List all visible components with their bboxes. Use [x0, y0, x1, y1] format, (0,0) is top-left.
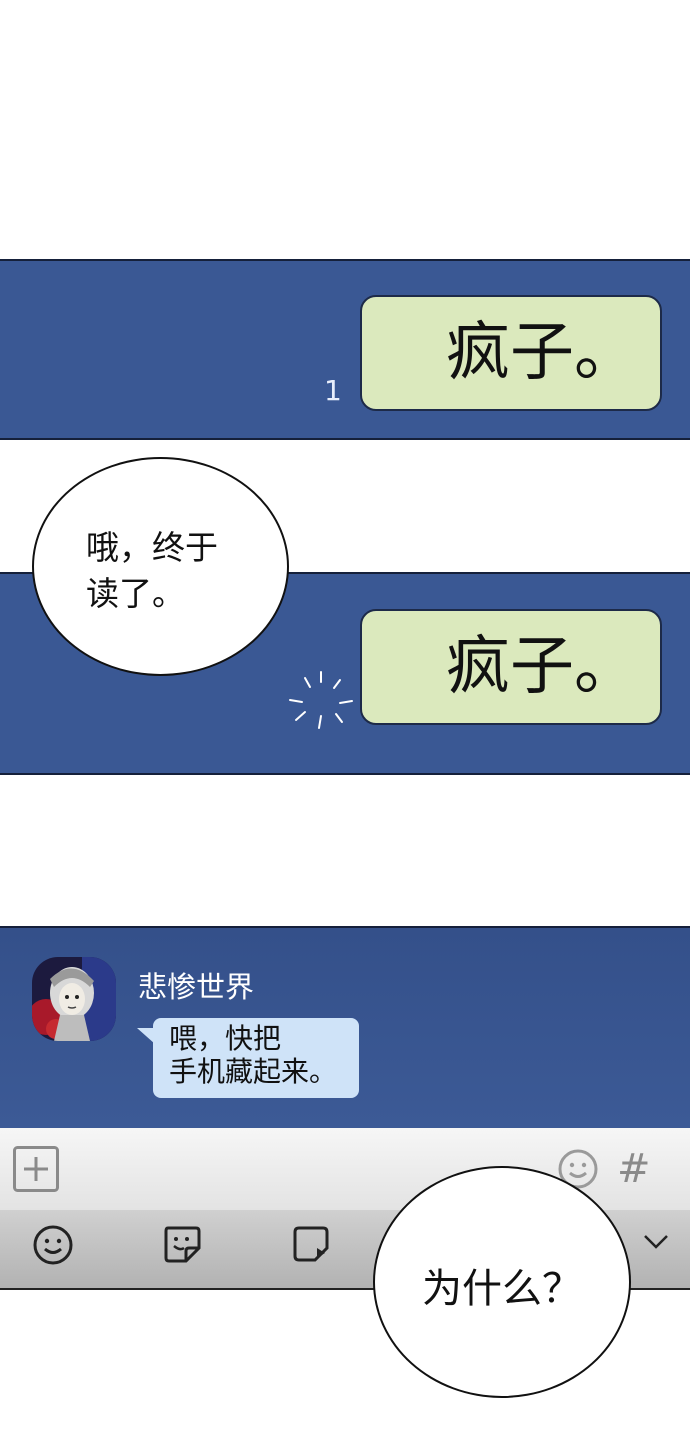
- speech-line: 哦，终于: [86, 528, 218, 567]
- sent-message-bubble[interactable]: 疯子。: [360, 609, 662, 725]
- sent-message-bubble[interactable]: 疯子。: [360, 295, 662, 411]
- speech-text: 为什么？: [422, 1266, 582, 1312]
- sent-message-text: 疯子。: [446, 316, 638, 390]
- read-count: 1: [324, 374, 342, 407]
- message-line: 手机藏起来。: [169, 1055, 338, 1088]
- smile-icon[interactable]: [32, 1224, 74, 1266]
- sender-name: 悲惨世界: [138, 970, 255, 1004]
- chevron-down-icon[interactable]: [642, 1232, 670, 1252]
- avatar[interactable]: [32, 957, 116, 1041]
- speech-line: 读了。: [86, 574, 185, 613]
- hash-icon[interactable]: #: [617, 1146, 651, 1192]
- sparkle-icon: [289, 671, 353, 729]
- message-line: 喂，快把: [169, 1022, 282, 1055]
- sticker-icon[interactable]: [162, 1224, 202, 1264]
- speech-bubble: 为什么？: [373, 1166, 631, 1398]
- received-message-bubble[interactable]: 喂，快把 手机藏起来。: [153, 1018, 359, 1098]
- video-note-icon[interactable]: [291, 1224, 331, 1264]
- speech-bubble: 哦，终于 读了。: [32, 457, 289, 676]
- plus-icon[interactable]: [13, 1146, 59, 1192]
- sent-message-text: 疯子。: [446, 630, 638, 704]
